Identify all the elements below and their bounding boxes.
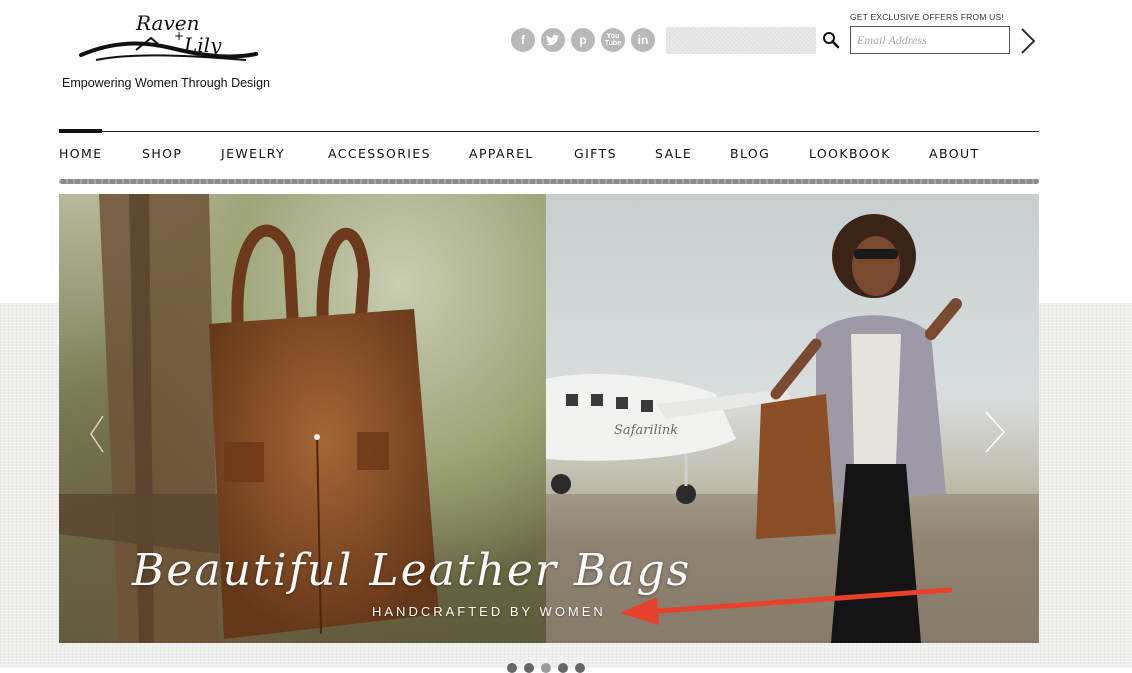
logo-raven-text: Raven [135,11,199,35]
hero-subtitle: HANDCRAFTED BY WOMEN [372,604,606,619]
nav-item-home[interactable]: HOME [59,146,103,161]
nav-item-shop[interactable]: SHOP [142,146,182,161]
logo-lily-text: Lily [183,33,222,57]
nav-item-gifts[interactable]: GIFTS [574,146,617,161]
slider-prev-arrow-icon[interactable] [87,414,107,454]
slider-next-arrow-icon[interactable] [983,410,1007,454]
logo[interactable]: Raven + Lily Empowering Women Through De… [60,10,270,92]
slider-dot-2[interactable] [524,663,534,673]
search-input[interactable] [666,27,816,54]
newsletter-submit-arrow-icon[interactable] [1018,27,1038,55]
nav-item-lookbook[interactable]: LOOKBOOK [809,146,891,161]
nav-item-jewelry[interactable]: JEWELRY [221,146,285,161]
slider-dot-3[interactable] [541,663,551,673]
nav-item-about[interactable]: ABOUT [929,146,980,161]
plane-livery-text: Safarilink [614,423,678,438]
search-icon[interactable] [822,31,840,49]
slider-dot-1[interactable] [507,663,517,673]
annotation-arrow-icon [620,587,953,625]
nav-top-rule [59,131,1039,132]
facebook-icon[interactable]: f [511,28,535,52]
nav-item-apparel[interactable]: APPAREL [469,146,534,161]
slider-dot-5[interactable] [575,663,585,673]
linkedin-icon[interactable]: in [631,28,655,52]
pinterest-icon[interactable]: p [571,28,595,52]
slider-dots [507,663,585,673]
newsletter-label: GET EXCLUSIVE OFFERS FROM US! [850,12,1004,22]
nav-item-sale[interactable]: SALE [655,146,692,161]
logo-mark: Raven + Lily [79,11,258,61]
brand-tagline: Empowering Women Through Design [62,76,270,90]
social-links: f p You Tube in [511,28,655,52]
email-field[interactable] [850,26,1010,54]
slider-dot-4[interactable] [558,663,568,673]
nav-active-indicator [59,129,102,133]
twitter-icon[interactable] [541,28,565,52]
youtube-icon[interactable]: You Tube [601,28,625,52]
nav-bottom-rule [59,179,1039,184]
svg-text:+: + [174,29,184,43]
nav-item-blog[interactable]: BLOG [730,146,770,161]
nav-item-accessories[interactable]: ACCESSORIES [328,146,431,161]
